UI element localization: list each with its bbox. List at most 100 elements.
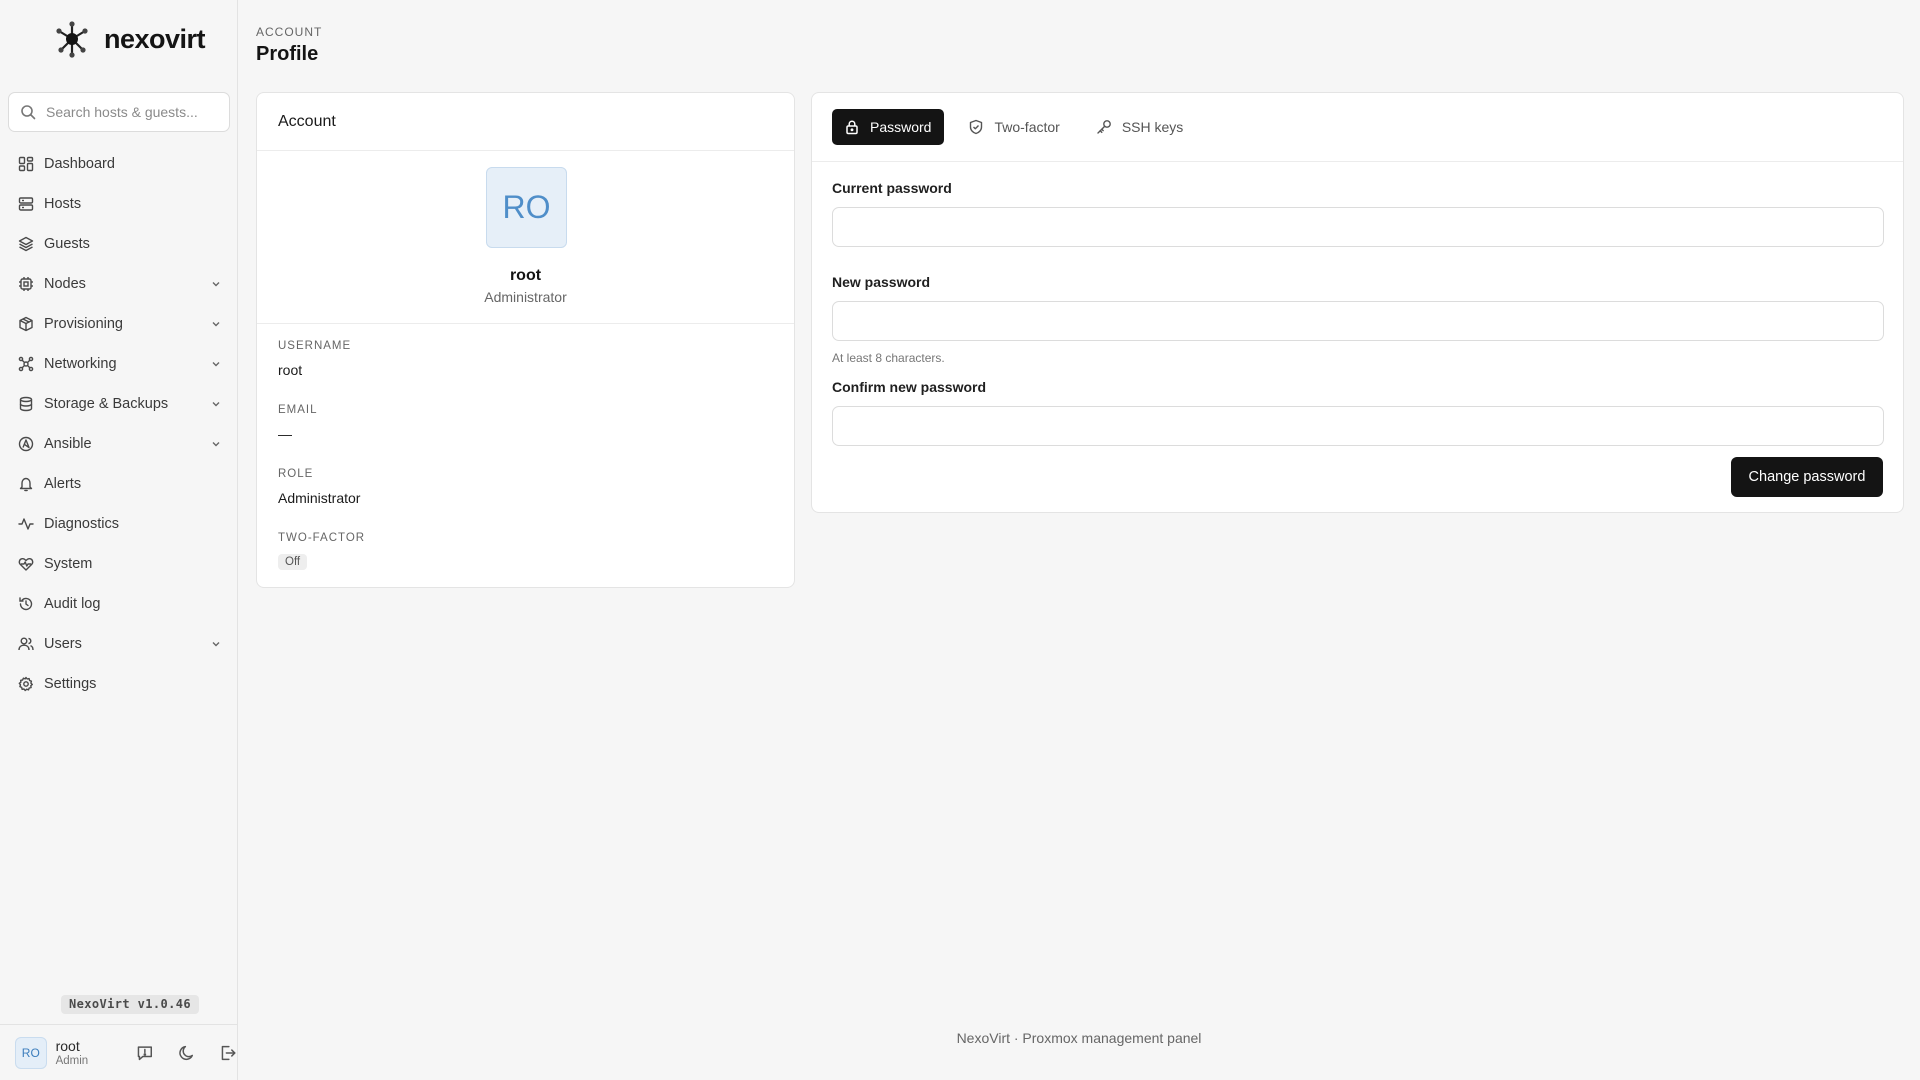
bell-icon bbox=[19, 477, 33, 492]
network-icon bbox=[18, 356, 34, 372]
chevron-down-icon bbox=[212, 282, 220, 287]
users-icon bbox=[18, 637, 34, 651]
account-card: Account RO root Administrator USERNAME r… bbox=[256, 92, 795, 588]
new-password-hint: At least 8 characters. bbox=[832, 351, 945, 365]
breadcrumb: ACCOUNT bbox=[256, 25, 323, 39]
chevron-down-icon bbox=[212, 642, 220, 647]
password-form: Current password New password At least 8… bbox=[812, 162, 1903, 446]
key-icon bbox=[1097, 120, 1111, 134]
field-value: — bbox=[278, 426, 292, 442]
dashboard-icon bbox=[18, 156, 34, 172]
sidebar-item-guests[interactable]: Guests bbox=[8, 224, 230, 264]
account-card-heading: Account bbox=[257, 93, 794, 151]
sidebar-item-label: Dashboard bbox=[44, 156, 115, 172]
account-fields: USERNAME root EMAIL — ROLE Administrator… bbox=[257, 324, 794, 596]
security-tabs: Password Two-factor SSH keys bbox=[812, 93, 1903, 162]
activity-icon bbox=[18, 518, 34, 530]
user-role: Admin bbox=[55, 1054, 89, 1067]
search-input[interactable] bbox=[46, 104, 216, 120]
sidebar-item-networking[interactable]: Networking bbox=[8, 344, 230, 384]
tab-password[interactable]: Password bbox=[832, 109, 945, 145]
sidebar-item-label: Settings bbox=[44, 676, 97, 692]
server-icon bbox=[18, 197, 34, 211]
field-value: root bbox=[278, 362, 303, 378]
sidebar-item-label: Hosts bbox=[44, 196, 82, 212]
field-two-factor: TWO-FACTOR Off bbox=[278, 532, 773, 596]
new-password-input[interactable] bbox=[832, 301, 1884, 341]
sidebar-item-hosts[interactable]: Hosts bbox=[8, 184, 230, 224]
field-role: ROLE Administrator bbox=[278, 468, 773, 532]
sidebar-item-settings[interactable]: Settings bbox=[8, 664, 230, 704]
logout-icon[interactable] bbox=[218, 1043, 238, 1063]
sidebar-item-provisioning[interactable]: Provisioning bbox=[8, 304, 230, 344]
sidebar-item-ansible[interactable]: Ansible bbox=[8, 424, 230, 464]
tab-two-factor[interactable]: Two-factor bbox=[956, 109, 1071, 145]
history-icon bbox=[19, 597, 33, 611]
sidebar-item-diagnostics[interactable]: Diagnostics bbox=[8, 504, 230, 544]
page-title: Profile bbox=[256, 43, 319, 65]
sidebar-item-audit-log[interactable]: Audit log bbox=[8, 584, 230, 624]
chevron-down-icon bbox=[212, 442, 220, 447]
change-password-button[interactable]: Change password bbox=[1731, 457, 1883, 497]
profile-avatar: RO bbox=[486, 167, 567, 248]
moon-icon[interactable] bbox=[177, 1043, 197, 1063]
ansible-icon bbox=[18, 436, 34, 452]
sidebar-item-storage-backups[interactable]: Storage & Backups bbox=[8, 384, 230, 424]
sidebar-item-label: Ansible bbox=[44, 436, 92, 452]
heart-pulse-icon bbox=[18, 557, 34, 571]
sidebar-nav: Dashboard Hosts Guests Nodes Provisionin… bbox=[8, 144, 230, 704]
current-password-label: Current password bbox=[832, 180, 952, 196]
security-card: Password Two-factor SSH keys Current pas… bbox=[811, 92, 1904, 513]
sidebar-item-label: Provisioning bbox=[44, 316, 123, 332]
tab-label: SSH keys bbox=[1121, 119, 1184, 135]
tab-label: Password bbox=[870, 119, 932, 135]
field-label: ROLE bbox=[278, 468, 314, 480]
sidebar-item-label: Alerts bbox=[44, 476, 82, 492]
confirm-password-label: Confirm new password bbox=[832, 379, 987, 395]
current-password-input[interactable] bbox=[832, 207, 1884, 247]
sidebar-item-label: Users bbox=[44, 636, 82, 652]
sidebar-item-label: System bbox=[44, 556, 93, 572]
sidebar-item-users[interactable]: Users bbox=[8, 624, 230, 664]
version-badge: NexoVirt v1.0.46 bbox=[61, 995, 199, 1014]
chevron-down-icon bbox=[212, 402, 220, 407]
brand-logo[interactable]: nexovirt bbox=[52, 20, 206, 58]
sidebar: nexovirt Dashboard Hosts Guests Nodes Pr… bbox=[0, 0, 238, 1080]
brand-name: nexovirt bbox=[104, 23, 206, 54]
field-label: TWO-FACTOR bbox=[278, 532, 366, 544]
user-bar: RO root Admin bbox=[0, 1024, 238, 1080]
avatar[interactable]: RO bbox=[15, 1036, 47, 1069]
chevron-down-icon bbox=[212, 322, 220, 327]
search-box[interactable] bbox=[8, 92, 230, 132]
profile-name: root bbox=[509, 267, 542, 284]
sidebar-item-label: Nodes bbox=[44, 276, 86, 292]
tab-label: Two-factor bbox=[994, 119, 1060, 135]
user-info: root Admin bbox=[56, 1038, 111, 1068]
confirm-password-input[interactable] bbox=[832, 406, 1884, 446]
new-password-label: New password bbox=[832, 274, 931, 290]
cpu-icon bbox=[19, 277, 33, 291]
layers-icon bbox=[18, 236, 34, 252]
feedback-icon[interactable] bbox=[135, 1043, 155, 1063]
sidebar-item-label: Guests bbox=[44, 236, 90, 252]
tab-ssh-keys[interactable]: SSH keys bbox=[1084, 109, 1195, 145]
user-name: root bbox=[55, 1037, 80, 1054]
sidebar-item-alerts[interactable]: Alerts bbox=[8, 464, 230, 504]
sidebar-item-dashboard[interactable]: Dashboard bbox=[8, 144, 230, 184]
field-value: Administrator bbox=[278, 490, 361, 506]
sidebar-item-nodes[interactable]: Nodes bbox=[8, 264, 230, 304]
profile-role: Administrator bbox=[484, 289, 567, 305]
profile-summary: RO root Administrator bbox=[257, 151, 794, 324]
chevron-down-icon bbox=[212, 362, 220, 367]
shield-check-icon bbox=[970, 119, 983, 135]
lock-icon bbox=[846, 120, 858, 135]
package-icon bbox=[19, 316, 33, 332]
footer-text: NexoVirt · Proxmox management panel bbox=[956, 1030, 1202, 1046]
gear-icon bbox=[18, 676, 33, 692]
database-icon bbox=[19, 396, 33, 412]
sidebar-item-label: Networking bbox=[44, 356, 117, 372]
sidebar-item-system[interactable]: System bbox=[8, 544, 230, 584]
sidebar-item-label: Storage & Backups bbox=[44, 396, 169, 412]
